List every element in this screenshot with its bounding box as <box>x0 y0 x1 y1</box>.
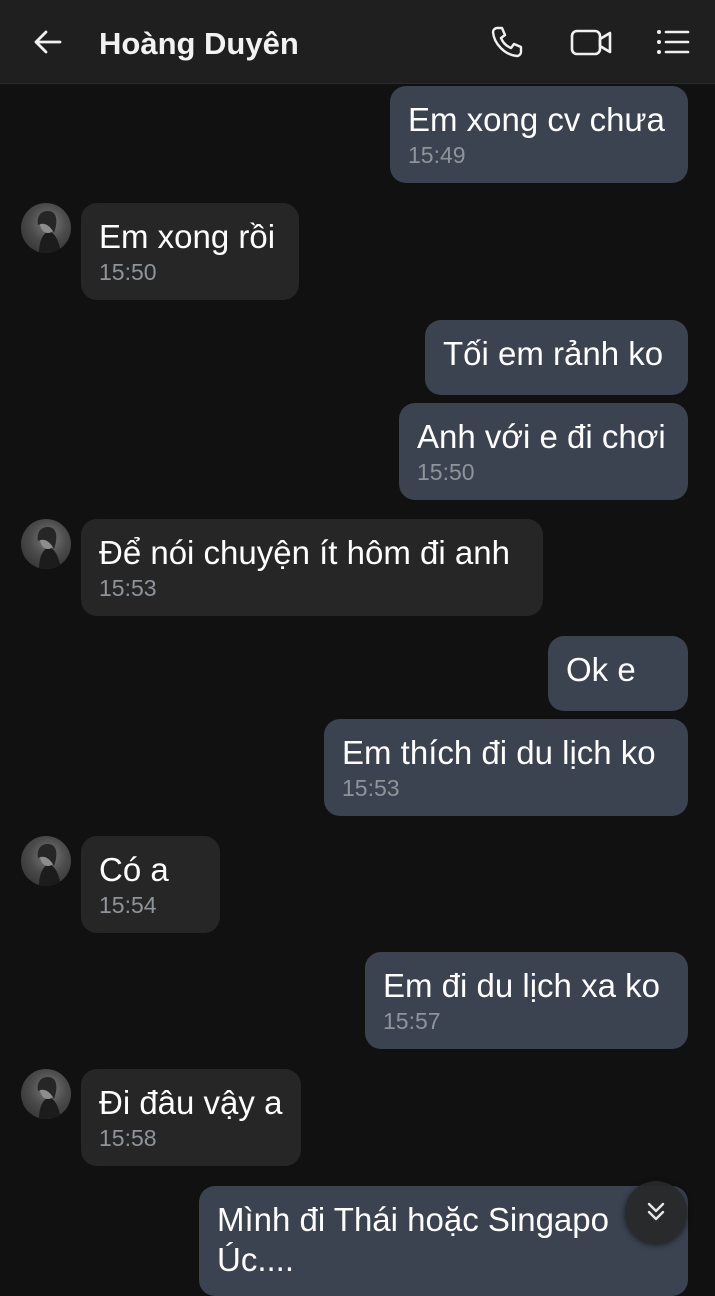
voice-call-button[interactable] <box>487 22 527 62</box>
message-time: 15:50 <box>417 459 475 485</box>
avatar-image <box>37 1077 61 1119</box>
message-bubble-outgoing[interactable]: Ok e <box>548 636 688 711</box>
avatar[interactable] <box>21 519 71 569</box>
double-chevron-down-icon <box>647 1202 665 1221</box>
message-text: Ok e <box>566 651 636 688</box>
avatar-image <box>37 527 61 569</box>
video-call-button[interactable] <box>566 22 616 62</box>
message-text: Mình đi Thái hoặc Singapo <box>217 1201 609 1238</box>
avatar-image <box>37 211 61 253</box>
phone-icon <box>491 26 523 58</box>
message-text: Để nói chuyện ít hôm đi anh <box>99 534 510 571</box>
chat-header: Hoàng Duyên <box>0 0 715 84</box>
chat-options-button[interactable] <box>652 22 692 62</box>
message-text: Em xong cv chưa <box>408 101 665 138</box>
message-time: 15:53 <box>99 575 157 601</box>
message-time: 15:53 <box>342 775 400 801</box>
list-menu-icon <box>657 30 690 54</box>
avatar-image <box>37 844 61 886</box>
arrow-left-icon <box>34 30 62 54</box>
message-bubble-outgoing[interactable]: Em thích đi du lịch ko 15:53 <box>324 719 688 816</box>
message-time: 15:57 <box>383 1008 441 1034</box>
message-time: 15:54 <box>99 892 157 918</box>
message-bubble-outgoing[interactable]: Em xong cv chưa 15:49 <box>390 86 688 183</box>
contact-name[interactable]: Hoàng Duyên <box>99 22 299 66</box>
message-bubble-incoming[interactable]: Để nói chuyện ít hôm đi anh 15:53 <box>81 519 543 616</box>
message-time: 15:58 <box>99 1125 157 1151</box>
message-time: 15:49 <box>408 142 466 168</box>
message-text: Em đi du lịch xa ko <box>383 967 660 1004</box>
message-text: Em thích đi du lịch ko <box>342 734 656 771</box>
message-text: Em xong rồi <box>99 218 276 255</box>
message-bubble-incoming[interactable]: Đi đâu vậy a 15:58 <box>81 1069 301 1166</box>
message-text: Đi đâu vậy a <box>99 1084 283 1121</box>
video-camera-icon <box>570 29 612 56</box>
message-text: Tối em rảnh ko <box>443 335 664 372</box>
avatar[interactable] <box>21 1069 71 1119</box>
message-time: 15:50 <box>99 259 157 285</box>
back-button[interactable] <box>28 22 68 62</box>
message-text: Anh với e đi chơi <box>417 418 666 455</box>
message-text-line2: Úc.... <box>217 1241 295 1278</box>
message-bubble-incoming[interactable]: Em xong rồi 15:50 <box>81 203 299 300</box>
message-bubble-incoming[interactable]: Có a 15:54 <box>81 836 220 933</box>
avatar[interactable] <box>21 836 71 886</box>
message-bubble-outgoing[interactable]: Anh với e đi chơi 15:50 <box>399 403 688 500</box>
avatar[interactable] <box>21 203 71 253</box>
message-bubble-outgoing[interactable]: Tối em rảnh ko <box>425 320 688 395</box>
message-text: Có a <box>99 851 169 888</box>
scroll-to-bottom-button[interactable] <box>625 1181 687 1243</box>
message-bubble-outgoing[interactable]: Em đi du lịch xa ko 15:57 <box>365 952 688 1049</box>
